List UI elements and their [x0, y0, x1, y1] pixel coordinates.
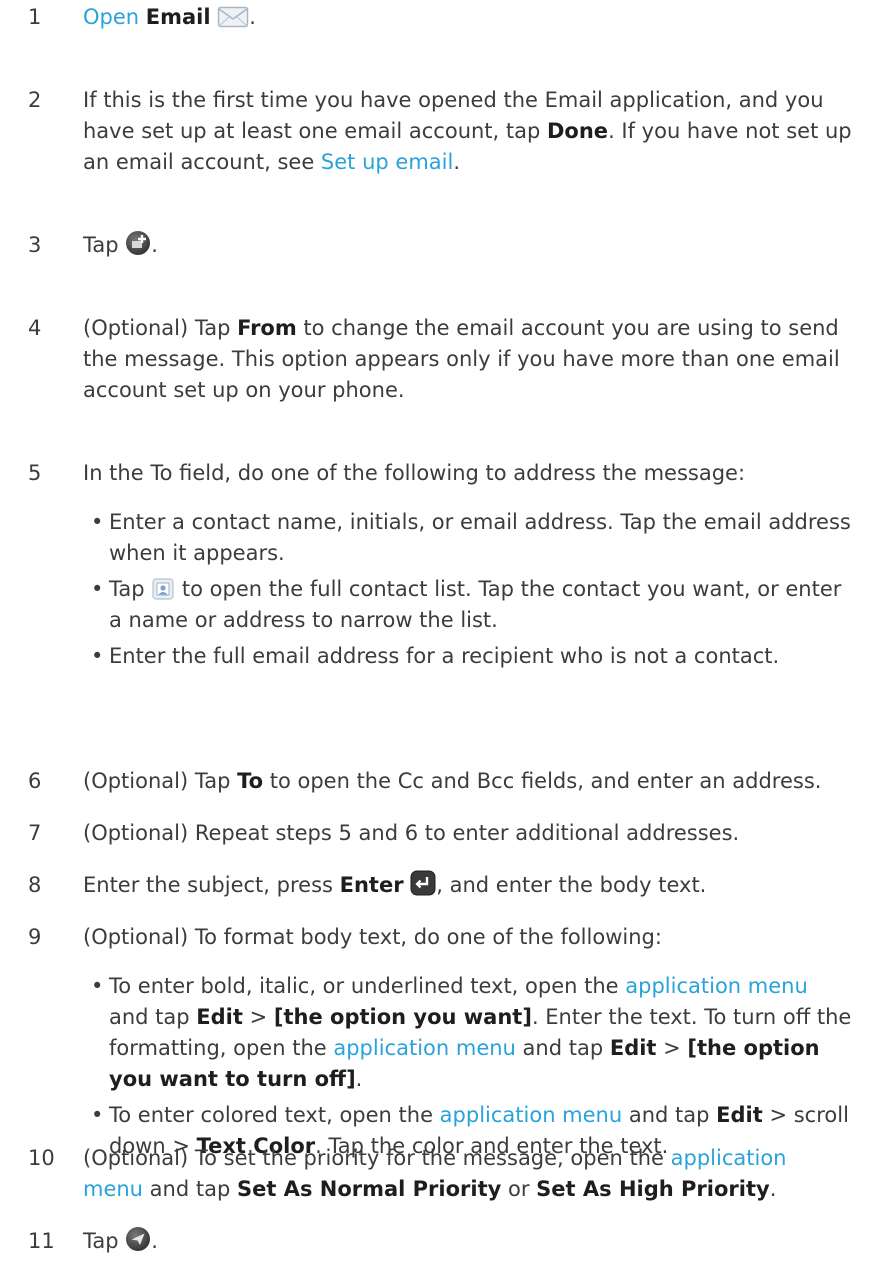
text: Enter a contact name, initials, or email… [109, 510, 851, 565]
punct: . [453, 150, 460, 174]
text: > [242, 1005, 274, 1029]
text: (Optional) Tap [83, 316, 238, 340]
text: (Optional) To set the priority for the m… [83, 1146, 671, 1170]
text: , and enter the body text. [436, 873, 707, 897]
step-text: In the To field, do one of the following… [83, 461, 746, 485]
bullet-list: • Enter a contact name, initials, or emai… [83, 507, 853, 672]
help-page: 1 Open Email . 2 If this is the first ti… [0, 0, 875, 1273]
text: To enter colored text, open the [109, 1103, 440, 1127]
bullet: • [91, 1103, 104, 1127]
list-item: • To enter bold, italic, or underlined te… [83, 971, 853, 1095]
high-priority-label: Set As High Priority [536, 1177, 770, 1201]
bullet: • [91, 644, 104, 668]
step-number: 6 [28, 769, 42, 793]
step-number: 5 [28, 461, 42, 485]
edit-label: Edit [609, 1036, 657, 1060]
step-text: Enter the subject, press Enter , and ent… [83, 870, 853, 901]
application-menu-link[interactable]: application menu [625, 974, 808, 998]
contact-card-icon [151, 578, 175, 600]
enter-label: Enter [339, 873, 404, 897]
compose-new-icon [125, 230, 151, 256]
list-item: • Tap to open the full contact list. Tap … [83, 574, 853, 636]
step-number: 1 [28, 5, 42, 29]
step-text: (Optional) To set the priority for the m… [83, 1143, 853, 1205]
text: Tap [109, 577, 152, 601]
open-link[interactable]: Open [83, 5, 139, 29]
step-body: Open Email . [83, 2, 853, 33]
punct: . [355, 1067, 363, 1091]
punct: . [249, 5, 256, 29]
step-number: 4 [28, 316, 42, 340]
text: Tap [83, 1229, 126, 1253]
punct: . [151, 233, 158, 257]
send-icon [125, 1226, 151, 1252]
step-body: (Optional) Tap To to open the Cc and Bcc… [83, 766, 853, 797]
set-up-email-link[interactable]: Set up email [321, 150, 453, 174]
enter-key-icon [410, 870, 436, 896]
step-text: Tap . [83, 230, 853, 261]
step-number: 10 [28, 1146, 55, 1170]
edit-label: Edit [716, 1103, 763, 1127]
step-number: 7 [28, 821, 42, 845]
step-body: Enter the subject, press Enter , and ent… [83, 870, 853, 901]
application-menu-link[interactable]: application menu [440, 1103, 623, 1127]
text: and tap [109, 1005, 197, 1029]
text: Tap [83, 233, 126, 257]
application-menu-link[interactable]: application menu [333, 1036, 516, 1060]
bullet: • [91, 974, 104, 998]
text: (Optional) Tap [83, 769, 238, 793]
bullet: • [91, 577, 104, 601]
punct: . [769, 1177, 777, 1201]
from-label: From [237, 316, 297, 340]
step-number: 9 [28, 925, 42, 949]
done-label: Done [547, 119, 609, 143]
envelope-icon [217, 6, 249, 28]
step-body: (Optional) Tap From to change the email … [83, 313, 853, 406]
step-body: Tap . [83, 230, 853, 261]
step-body: In the To field, do one of the following… [83, 458, 853, 677]
step-text: If this is the first time you have opene… [83, 85, 853, 178]
text: Enter the subject, press [83, 873, 340, 897]
text: to open the full contact list. Tap the c… [109, 577, 842, 632]
step-body: Tap . [83, 1226, 853, 1257]
step-text: (Optional) Repeat steps 5 and 6 to enter… [83, 821, 740, 845]
text: to open the Cc and Bcc fields, and enter… [263, 769, 822, 793]
step-text: Open Email . [83, 2, 853, 33]
step-number: 2 [28, 88, 42, 112]
text: and tap [143, 1177, 237, 1201]
punct: . [151, 1229, 158, 1253]
step-body: (Optional) To format body text, do one o… [83, 922, 853, 1167]
step-body: If this is the first time you have opene… [83, 85, 853, 178]
step-number: 11 [28, 1229, 55, 1253]
step-body: (Optional) To set the priority for the m… [83, 1143, 853, 1205]
step-text: (Optional) Tap To to open the Cc and Bcc… [83, 766, 853, 797]
bullet-list: • To enter bold, italic, or underlined te… [83, 971, 853, 1162]
text: and tap [622, 1103, 717, 1127]
option-label: [the option you want] [273, 1005, 532, 1029]
step-text: (Optional) Tap From to change the email … [83, 313, 853, 406]
text: To enter bold, italic, or underlined tex… [109, 974, 626, 998]
email-app-name: Email [145, 5, 211, 29]
step-body: (Optional) Repeat steps 5 and 6 to enter… [83, 818, 853, 849]
step-text: (Optional) To format body text, do one o… [83, 925, 662, 949]
bullet: • [91, 510, 104, 534]
text: > [656, 1036, 688, 1060]
edit-label: Edit [196, 1005, 243, 1029]
text: Enter the full email address for a recip… [109, 644, 780, 668]
normal-priority-label: Set As Normal Priority [236, 1177, 502, 1201]
step-text: Tap . [83, 1226, 853, 1257]
to-label: To [237, 769, 264, 793]
list-item: • Enter the full email address for a reci… [83, 641, 853, 672]
list-item: • Enter a contact name, initials, or emai… [83, 507, 853, 569]
text: and tap [515, 1036, 610, 1060]
step-number: 3 [28, 233, 42, 257]
step-number: 8 [28, 873, 42, 897]
text: or [501, 1177, 537, 1201]
